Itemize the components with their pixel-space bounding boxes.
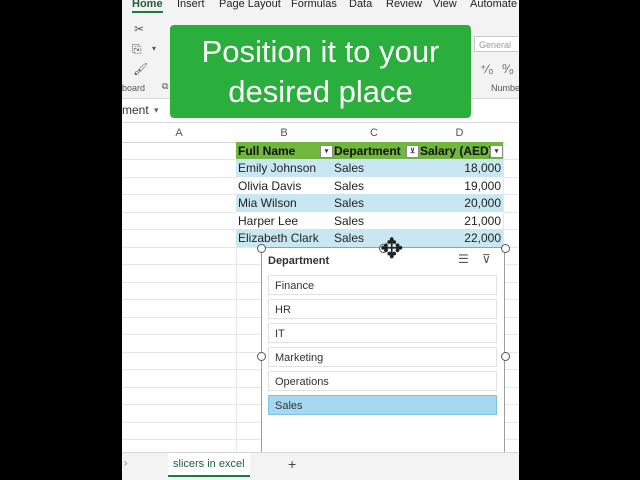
copy-icon[interactable]: ⎘ — [132, 42, 142, 57]
filter-applied-icon[interactable]: ⊻ — [406, 145, 419, 158]
slicer-item-hr[interactable]: HR — [268, 299, 497, 319]
table-row: Harper Lee Sales 21,000 — [236, 212, 503, 230]
header-department[interactable]: Department — [334, 142, 416, 160]
resize-handle[interactable] — [501, 244, 510, 253]
cell-department[interactable]: Sales — [334, 194, 416, 212]
slicer-item-it[interactable]: IT — [268, 323, 497, 343]
name-box[interactable]: ment — [122, 103, 149, 117]
resize-handle[interactable] — [501, 352, 510, 361]
banner-line-2: desired place — [228, 74, 413, 109]
filter-dropdown-icon[interactable]: ▾ — [320, 145, 333, 158]
column-header-b[interactable]: B — [236, 124, 332, 143]
table-header-row: Full Name ▾ Department ⊻ Salary (AED) ▾ — [236, 142, 503, 160]
slicer-item-marketing[interactable]: Marketing — [268, 347, 497, 367]
cell-salary[interactable]: 19,000 — [418, 177, 501, 195]
tab-view[interactable]: View — [433, 0, 457, 10]
tab-home[interactable]: Home — [132, 0, 163, 13]
increase-decimal-icon[interactable]: ⁰⁄₀ — [502, 62, 514, 76]
tab-formulas[interactable]: Formulas — [291, 0, 337, 10]
sheet-tab-active[interactable]: slicers in excel — [168, 453, 250, 477]
clipboard-group-label: board — [122, 83, 146, 93]
number-group-label: Numbe — [491, 83, 519, 93]
filter-dropdown-icon[interactable]: ▾ — [490, 145, 503, 158]
cell-full-name[interactable]: Emily Johnson — [238, 159, 330, 177]
cell-salary[interactable]: 21,000 — [418, 212, 501, 230]
copy-dropdown-icon[interactable]: ▾ — [152, 44, 156, 53]
name-box-dropdown-icon[interactable]: ▾ — [154, 105, 159, 116]
multi-select-icon[interactable]: ☰ — [458, 252, 469, 266]
ribbon-tabs: Home Insert Page Layout Formulas Data Re… — [122, 0, 519, 14]
slicer-item-sales[interactable]: Sales — [268, 395, 497, 415]
slicer-title: Department — [268, 255, 330, 267]
clipboard-launcher-icon[interactable]: ⧉ — [162, 81, 168, 92]
tab-data[interactable]: Data — [349, 0, 372, 10]
table-row: Olivia Davis Sales 19,000 — [236, 177, 503, 195]
header-salary[interactable]: Salary (AED) — [420, 142, 490, 160]
cell-full-name[interactable]: Elizabeth Clark — [238, 229, 330, 247]
resize-handle[interactable] — [257, 352, 266, 361]
cell-full-name[interactable]: Olivia Davis — [238, 177, 330, 195]
tab-page-layout[interactable]: Page Layout — [219, 0, 281, 10]
cell-full-name[interactable]: Mia Wilson — [238, 194, 330, 212]
table-row: Elizabeth Clark Sales 22,000 — [236, 229, 503, 247]
chevron-right-icon[interactable]: › — [124, 458, 127, 469]
table-row: Mia Wilson Sales 20,000 — [236, 194, 503, 212]
cell-department[interactable]: Sales — [334, 229, 416, 247]
department-slicer[interactable]: Department ☰ ⊽ Finance HR IT Marketing O… — [261, 247, 505, 457]
cell-full-name[interactable]: Harper Lee — [238, 212, 330, 230]
cell-department[interactable]: Sales — [334, 177, 416, 195]
header-full-name[interactable]: Full Name — [238, 142, 330, 160]
slicer-item-operations[interactable]: Operations — [268, 371, 497, 391]
decrease-decimal-icon[interactable]: ⁺⁄₀ — [480, 62, 493, 76]
tab-insert[interactable]: Insert — [177, 0, 205, 10]
tab-automate[interactable]: Automate — [470, 0, 517, 10]
cell-salary[interactable]: 22,000 — [418, 229, 501, 247]
tab-review[interactable]: Review — [386, 0, 422, 10]
number-format-select[interactable]: General — [474, 36, 519, 52]
cell-salary[interactable]: 18,000 — [418, 159, 501, 177]
format-painter-icon[interactable]: 🖌 — [133, 62, 148, 76]
add-sheet-icon[interactable]: + — [288, 456, 296, 472]
cell-department[interactable]: Sales — [334, 212, 416, 230]
sheet-tab-bar: › slicers in excel + — [122, 452, 519, 480]
banner-line-1: Position it to your — [201, 34, 440, 69]
column-header-d[interactable]: D — [416, 124, 503, 143]
column-header-a[interactable]: A — [122, 124, 236, 143]
cut-icon[interactable]: ✂ — [134, 22, 144, 36]
resize-handle[interactable] — [257, 244, 266, 253]
cell-department[interactable]: Sales — [334, 159, 416, 177]
move-cursor-icon: ✥ — [380, 233, 404, 264]
instruction-banner: Position it to your desired place — [170, 25, 471, 118]
cell-salary[interactable]: 20,000 — [418, 194, 501, 212]
clear-filter-icon[interactable]: ⊽ — [482, 252, 491, 266]
table-row: Emily Johnson Sales 18,000 — [236, 159, 503, 177]
slicer-item-finance[interactable]: Finance — [268, 275, 497, 295]
column-header-c[interactable]: C — [332, 124, 416, 143]
